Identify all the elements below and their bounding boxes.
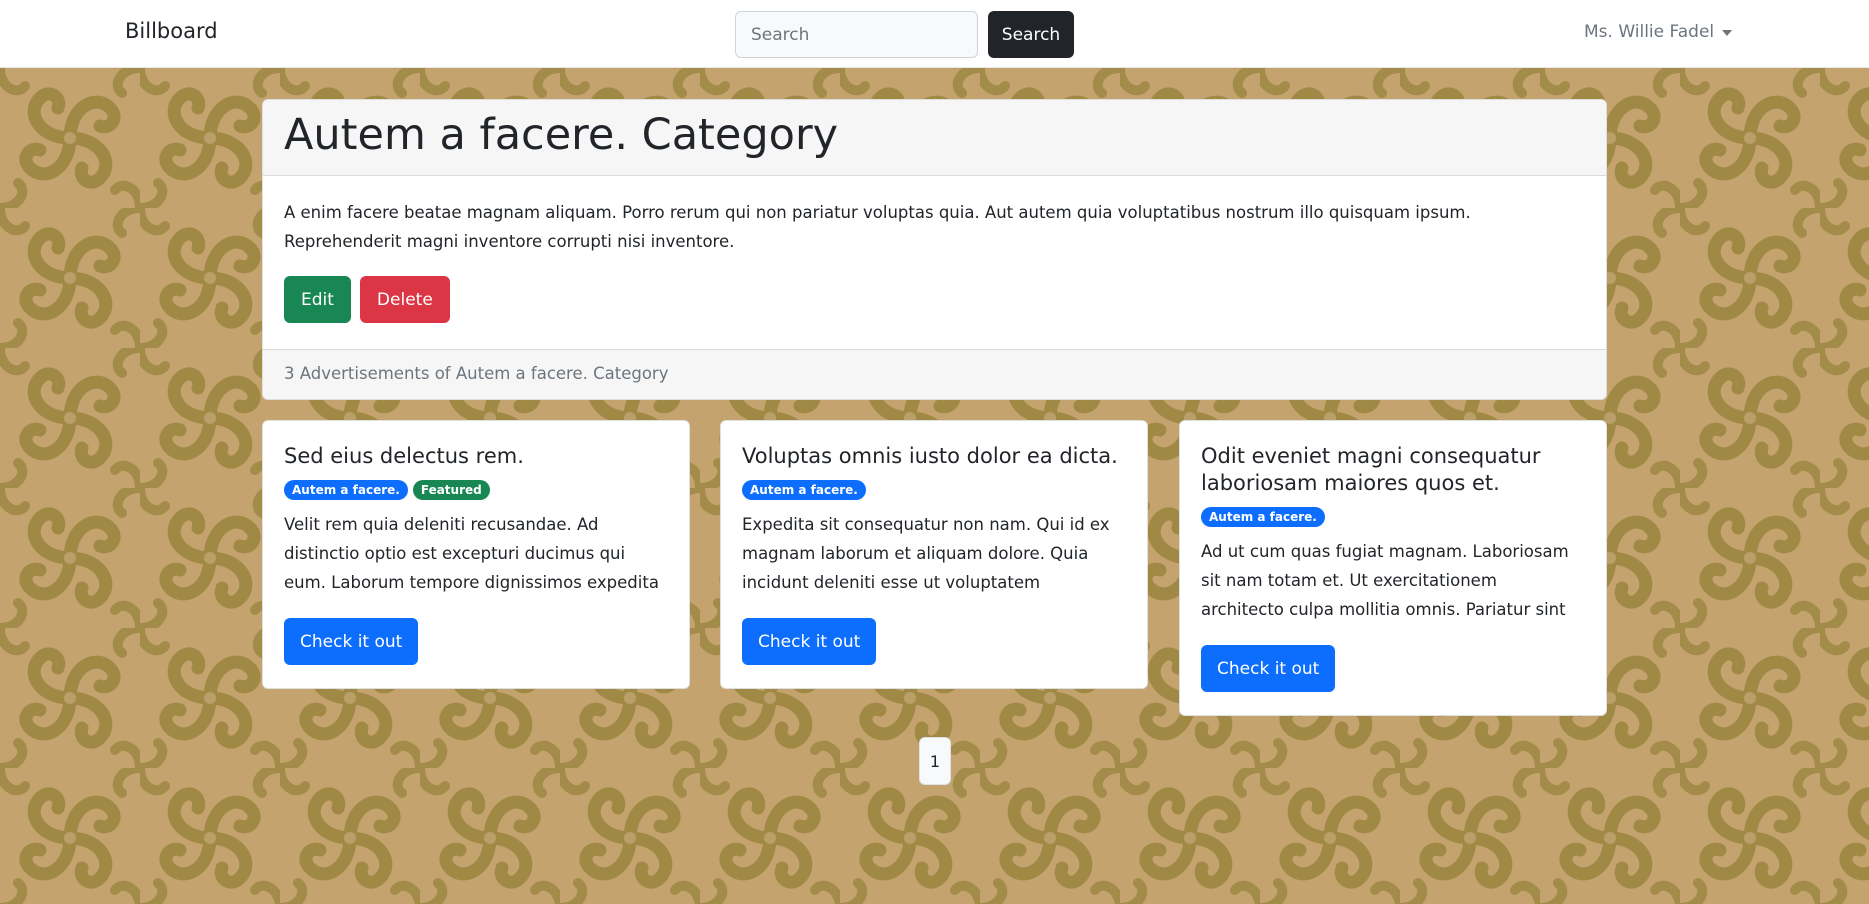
check-it-out-button[interactable]: Check it out	[284, 618, 419, 665]
ad-description: Ad ut cum quas fugiat magnam. Laboriosam…	[1201, 542, 1569, 619]
page-title: Autem a facere. Category	[284, 110, 839, 160]
pagination-page-1[interactable]: 1	[919, 737, 951, 785]
ad-badges: Autem a facere.	[1201, 507, 1585, 527]
ad-description: Expedita sit consequatur non nam. Qui id…	[742, 515, 1110, 592]
search-button[interactable]: Search	[988, 11, 1074, 58]
featured-badge: Featured	[412, 480, 490, 500]
category-actions: Edit Delete	[284, 276, 1585, 323]
user-name: Ms. Willie Fadel	[1584, 22, 1715, 42]
category-badge: Autem a facere.	[742, 480, 866, 500]
ad-card: Voluptas omnis iusto dolor ea dicta. Aut…	[720, 420, 1148, 689]
delete-button[interactable]: Delete	[359, 276, 450, 323]
category-footer: 3 Advertisements of Autem a facere. Cate…	[263, 349, 1606, 399]
ad-card: Odit eveniet magni consequatur laboriosa…	[1179, 420, 1607, 716]
ad-description: Velit rem quia deleniti recusandae. Ad d…	[284, 515, 659, 592]
category-badge: Autem a facere.	[1201, 507, 1325, 527]
ad-badges: Autem a facere. Featured	[284, 480, 668, 500]
category-badge: Autem a facere.	[284, 480, 408, 500]
category-header: Autem a facere. Category	[263, 100, 1606, 176]
ad-card: Sed eius delectus rem. Autem a facere. F…	[262, 420, 690, 689]
search-input[interactable]	[735, 11, 978, 58]
brand-logo-link[interactable]: Billboard	[125, 19, 218, 43]
category-description: A enim facere beatae magnam aliquam. Por…	[284, 203, 1471, 251]
check-it-out-button[interactable]: Check it out	[742, 618, 877, 665]
ad-title: Voluptas omnis iusto dolor ea dicta.	[742, 444, 1118, 468]
ad-title: Sed eius delectus rem.	[284, 444, 524, 468]
top-navbar: Billboard Search Ms. Willie Fadel	[0, 0, 1869, 68]
category-body: A enim facere beatae magnam aliquam. Por…	[263, 176, 1606, 350]
user-dropdown[interactable]: Ms. Willie Fadel	[1584, 22, 1733, 42]
category-card: Autem a facere. Category A enim facere b…	[262, 99, 1607, 400]
caret-down-icon	[1722, 30, 1733, 36]
check-it-out-button[interactable]: Check it out	[1201, 645, 1336, 692]
ad-badges: Autem a facere.	[742, 480, 1126, 500]
ad-title: Odit eveniet magni consequatur laboriosa…	[1201, 444, 1541, 495]
edit-button[interactable]: Edit	[284, 276, 351, 323]
